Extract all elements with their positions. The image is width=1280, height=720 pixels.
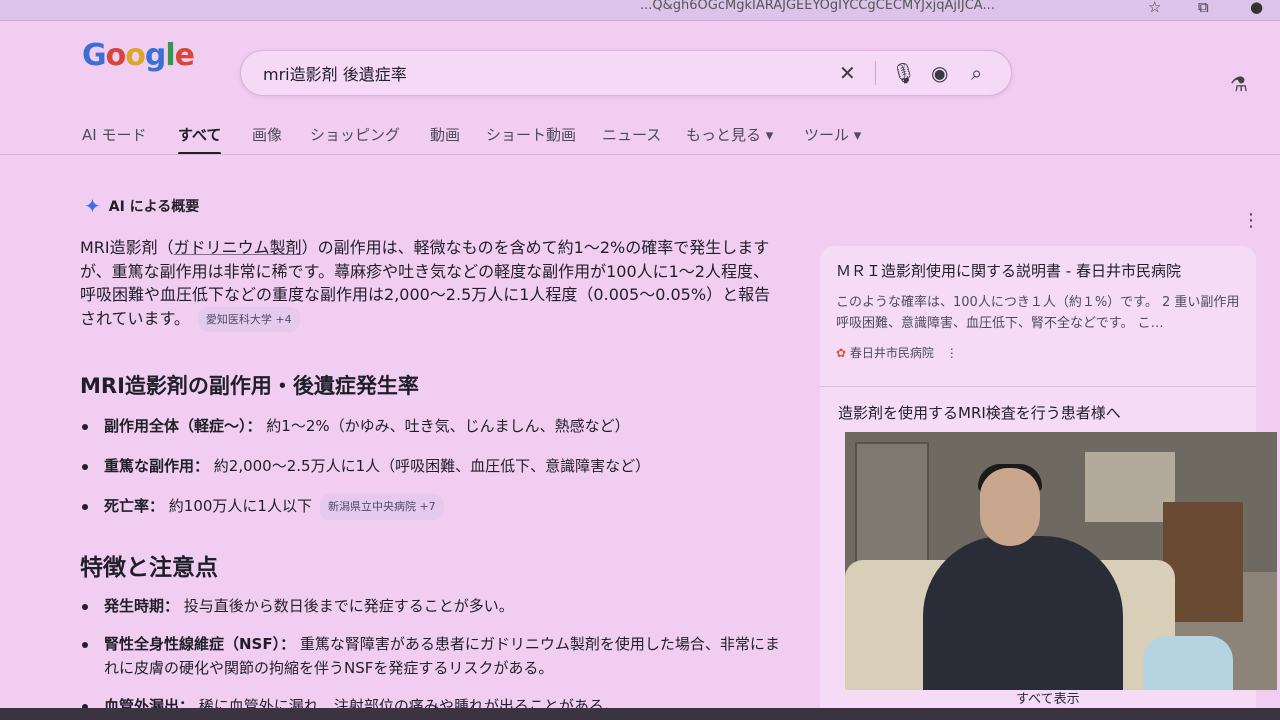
source-snippet: このような確率は、100人につき１人（約１%）です。 2 重い副作用 呼吸困難、… [836,295,1240,331]
labs-icon[interactable]: ⚗ [1230,72,1248,96]
webcam-overlay [845,432,1277,690]
tab-all[interactable]: すべて [178,124,222,155]
tabs-divider [0,154,1280,155]
tab-images[interactable]: 画像 [252,124,282,145]
item-text: 約100万人に1人以下 [164,497,312,515]
list-item: 死亡率： 約100万人に1人以下 新潟県立中央病院 +7 [80,494,780,520]
cam-face [980,468,1040,546]
source-chip[interactable]: 新潟県立中央病院 +7 [319,494,444,520]
tab-ai-mode[interactable]: AI モード [82,124,146,145]
logo-letter: G [82,38,107,73]
item-text: 投与直後から数日後までに発症することが多い。 [179,597,514,615]
tab-short-videos[interactable]: ショート動画 [486,124,576,145]
item-text: 約1〜2%（かゆみ、吐き気、じんましん、熱感など） [261,417,630,435]
site-favicon-icon: ✿ [836,346,847,360]
section2-list: 発生時期： 投与直後から数日後までに発症することが多い。 腎性全身性線維症（NS… [80,594,780,718]
source-name[interactable]: 春日井市民病院 [850,346,934,360]
ai-overview-paragraph: MRI造影剤（ガドリニウム製剤）の副作用は、軽微なものを含めて約1〜2%の確率で… [80,236,780,332]
search-icon[interactable]: ⌕ [971,61,982,85]
list-item: 腎性全身性線維症（NSF）： 重篤な腎障害がある患者にガドリニウム製剤を使用した… [80,632,780,680]
item-label: 副作用全体（軽症〜）： [104,417,262,435]
item-label: 死亡率： [104,497,165,515]
source-chip[interactable]: 愛知医科大学 +4 [197,306,300,332]
item-label: 腎性全身性線維症（NSF）： [104,635,296,653]
browser-top-bar: ...Q&gh6OGcMgkIARAJGEEYOgIYCCgCECMYJxjqA… [0,0,1280,21]
microphone-icon[interactable]: 🎙 [891,61,916,85]
star-icon[interactable]: ☆ [1148,0,1161,16]
source-title[interactable]: 造影剤を使用するMRI検査を行う患者様へ [838,402,1121,423]
google-logo[interactable]: Google [82,38,195,73]
clear-icon[interactable]: ✕ [839,61,856,85]
extensions-icon[interactable]: ⧉ [1198,0,1209,16]
list-item: 発生時期： 投与直後から数日後までに発症することが多い。 [80,594,780,618]
address-bar-url[interactable]: ...Q&gh6OGcMgkIARAJGEEYOgIYCCgCECMYJxjqA… [640,0,995,13]
show-all-button[interactable]: すべて表示 [1016,688,1080,707]
logo-letter: l [165,38,175,73]
section1-list: 副作用全体（軽症〜）： 約1〜2%（かゆみ、吐き気、じんましん、熱感など） 重篤… [80,414,780,520]
search-input[interactable] [261,59,825,87]
search-divider [875,61,876,85]
source-site: ✿ 春日井市民病院 ⋮ [836,344,958,361]
list-item: 重篤な副作用： 約2,000〜2.5万人に1人（呼吸困難、血圧低下、意識障害など… [80,454,780,478]
logo-letter: o [105,38,127,73]
section-heading: 特徴と注意点 [80,555,218,581]
logo-letter: e [174,38,195,73]
cam-pillow [1143,636,1233,690]
ai-overview-header: ✦ AI による概要 [84,192,200,218]
source-title[interactable]: ＭＲＩ造影剤使用に関する説明書 - 春日井市民病院 [836,260,1181,281]
tab-news[interactable]: ニュース [602,124,661,145]
search-box[interactable]: ✕ 🎙 ◉ ⌕ [240,50,1012,96]
screen-bottom-edge [0,708,1280,720]
tab-videos[interactable]: 動画 [430,124,460,145]
cam-person [923,536,1123,690]
logo-letter: g [144,38,167,73]
item-label: 発生時期： [104,597,180,615]
logo-letter: o [125,38,146,73]
sparkle-icon: ✦ [84,194,101,218]
cam-chair [1163,502,1243,622]
more-options-icon[interactable]: ⋮ [946,346,958,360]
section-heading: MRI造影剤の副作用・後遺症発生率 [80,374,419,398]
camera-icon[interactable]: ◉ [931,61,948,85]
profile-icon[interactable]: ● [1250,0,1263,16]
cam-window [1085,452,1175,522]
ai-overview-label: AI による概要 [108,199,200,215]
list-item: 副作用全体（軽症〜）： 約1〜2%（かゆみ、吐き気、じんましん、熱感など） [80,414,780,438]
item-label: 重篤な副作用： [104,457,210,475]
paragraph-link[interactable]: ガドリニウム製剤 [174,238,302,257]
paragraph-text: MRI造影剤（ [80,238,174,257]
tab-tools[interactable]: ツール ▾ [804,124,861,145]
item-text: 約2,000〜2.5万人に1人（呼吸困難、血圧低下、意識障害など） [209,457,651,475]
tab-shopping[interactable]: ショッピング [310,124,400,145]
cam-shelf [855,442,929,566]
more-options-icon[interactable]: ⋮ [1242,210,1260,231]
source-divider [820,386,1256,387]
tab-more[interactable]: もっと見る ▾ [686,124,773,145]
